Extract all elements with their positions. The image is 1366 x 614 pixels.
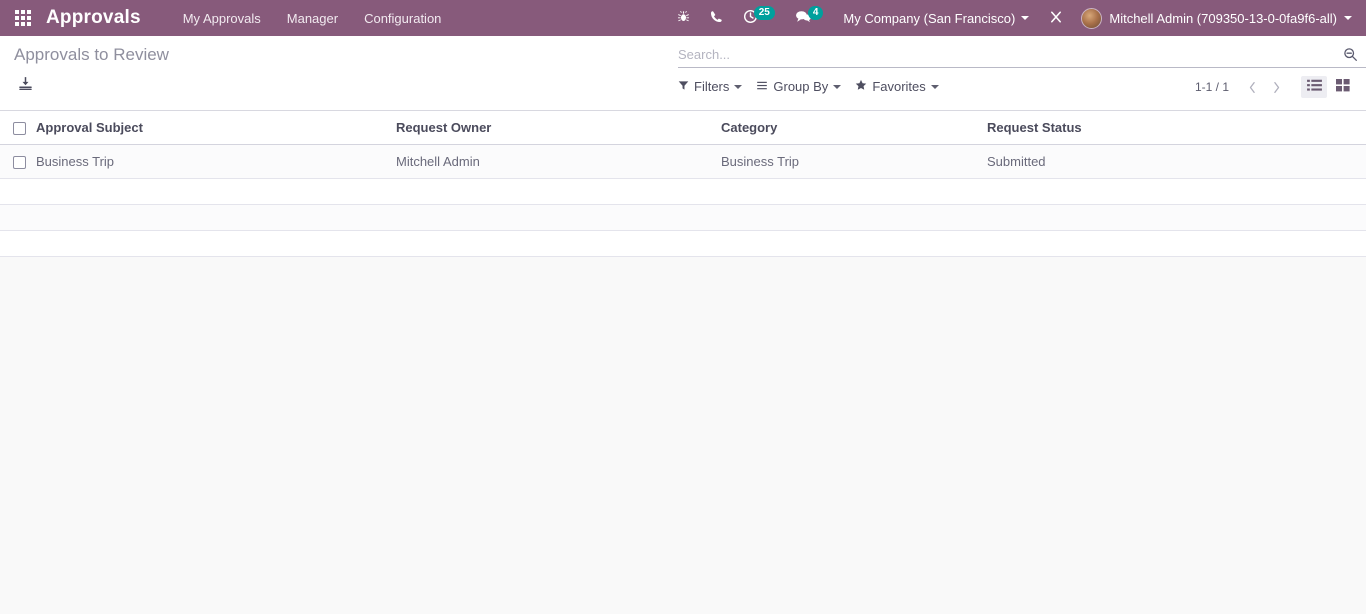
empty-cell: [721, 230, 987, 258]
voip-phone-button[interactable]: [700, 0, 733, 36]
pager-next-button[interactable]: [1265, 76, 1287, 98]
empty-cell: [396, 230, 721, 258]
app-brand-title[interactable]: Approvals: [46, 7, 141, 29]
list-icon: [1306, 79, 1322, 95]
empty-cell: [721, 204, 987, 232]
search-icon[interactable]: [1337, 47, 1358, 62]
systray: 25 4 My Company (San Francisco) Mitchell…: [667, 0, 1366, 36]
empty-cell: [396, 178, 721, 206]
close-button[interactable]: [1039, 0, 1073, 36]
top-navbar: Approvals My Approvals Manager Configura…: [0, 0, 1366, 36]
company-switcher[interactable]: My Company (San Francisco): [833, 11, 1039, 26]
empty-cell: [36, 204, 396, 232]
cell-request-status: Submitted: [987, 144, 1366, 180]
download-import-icon: [18, 76, 33, 96]
control-panel: Approvals to Review Search... Filters Gr…: [0, 36, 1366, 111]
messages-counter-badge: 4: [807, 6, 824, 20]
group-by-label: Group By: [773, 79, 829, 94]
chevron-down-icon: [833, 84, 842, 89]
menu-my-approvals[interactable]: My Approvals: [181, 8, 263, 29]
activities-menu-button[interactable]: 25: [733, 0, 785, 36]
empty-cell: [396, 204, 721, 232]
messaging-menu-button[interactable]: 4: [785, 0, 834, 36]
table-header: Approval Subject Request Owner Category …: [0, 111, 1366, 146]
company-name-label: My Company (San Francisco): [843, 10, 1016, 26]
user-avatar: [1081, 7, 1103, 29]
empty-cell: [987, 204, 1366, 232]
user-menu[interactable]: Mitchell Admin (709350-13-0-0fa9f6-all): [1073, 7, 1358, 29]
debug-menu-button[interactable]: [667, 0, 700, 36]
empty-cell: [36, 230, 396, 258]
apps-menu-button[interactable]: [0, 0, 46, 36]
empty-row: [0, 230, 1366, 258]
row-select-cell: [0, 144, 36, 180]
empty-cell: [721, 178, 987, 206]
group-by-lines-icon: [756, 79, 768, 94]
search-input[interactable]: [678, 47, 1337, 62]
bug-icon: [677, 10, 690, 26]
activities-counter-badge: 25: [753, 6, 775, 20]
user-name-label: Mitchell Admin (709350-13-0-0fa9f6-all): [1109, 10, 1337, 26]
table-body: Business Trip Mitchell Admin Business Tr…: [0, 144, 1366, 258]
menu-manager[interactable]: Manager: [285, 8, 340, 29]
table-row[interactable]: Business Trip Mitchell Admin Business Tr…: [0, 144, 1366, 180]
search-bar[interactable]: [678, 42, 1366, 68]
pager: 1-1 / 1: [1195, 76, 1356, 98]
approvals-table: Approval Subject Request Owner Category …: [0, 111, 1366, 258]
chevron-down-icon: [1344, 16, 1352, 20]
kanban-grid-icon: [1336, 79, 1350, 95]
empty-cell: [987, 230, 1366, 258]
breadcrumb: Approvals to Review: [14, 45, 169, 64]
column-header-category[interactable]: Category: [721, 111, 987, 146]
import-records-button[interactable]: [18, 76, 33, 96]
filters-dropdown[interactable]: Filters: [678, 79, 743, 94]
empty-row: [0, 204, 1366, 232]
menu-configuration[interactable]: Configuration: [362, 8, 443, 29]
empty-row: [0, 178, 1366, 206]
group-by-dropdown[interactable]: Group By: [756, 79, 842, 94]
list-view-button[interactable]: [1301, 76, 1327, 98]
cell-request-owner: Mitchell Admin: [396, 144, 721, 180]
close-x-icon: [1049, 10, 1063, 27]
column-header-request-status[interactable]: Request Status: [987, 111, 1366, 146]
empty-cell: [0, 204, 36, 232]
favorites-label: Favorites: [872, 79, 926, 94]
chevron-down-icon: [734, 84, 743, 89]
empty-cell: [0, 230, 36, 258]
select-all-header: [0, 111, 36, 146]
empty-cell: [36, 178, 396, 206]
apps-grid-icon: [15, 10, 31, 26]
control-panel-buttons: [18, 76, 33, 96]
favorites-dropdown[interactable]: Favorites: [855, 79, 939, 94]
cell-approval-subject: Business Trip: [36, 144, 396, 180]
column-header-approval-subject[interactable]: Approval Subject: [36, 111, 396, 146]
kanban-view-button[interactable]: [1330, 76, 1356, 98]
empty-cell: [987, 178, 1366, 206]
row-checkbox[interactable]: [13, 156, 26, 170]
select-all-checkbox[interactable]: [13, 122, 26, 136]
chevron-down-icon: [930, 84, 939, 89]
empty-cell: [0, 178, 36, 206]
table-header-row: Approval Subject Request Owner Category …: [0, 111, 1366, 146]
cell-category: Business Trip: [721, 144, 987, 180]
chevron-down-icon: [1021, 16, 1030, 20]
pager-range: 1-1 / 1: [1194, 80, 1229, 94]
filter-funnel-icon: [678, 79, 689, 94]
phone-icon: [710, 10, 723, 26]
filters-label: Filters: [694, 79, 730, 94]
list-view-content: Approval Subject Request Owner Category …: [0, 111, 1366, 614]
column-header-request-owner[interactable]: Request Owner: [396, 111, 721, 146]
pager-previous-button[interactable]: [1241, 76, 1263, 98]
view-switcher: [1301, 76, 1356, 98]
star-icon: [855, 79, 867, 94]
main-menu: My Approvals Manager Configuration: [181, 8, 444, 29]
